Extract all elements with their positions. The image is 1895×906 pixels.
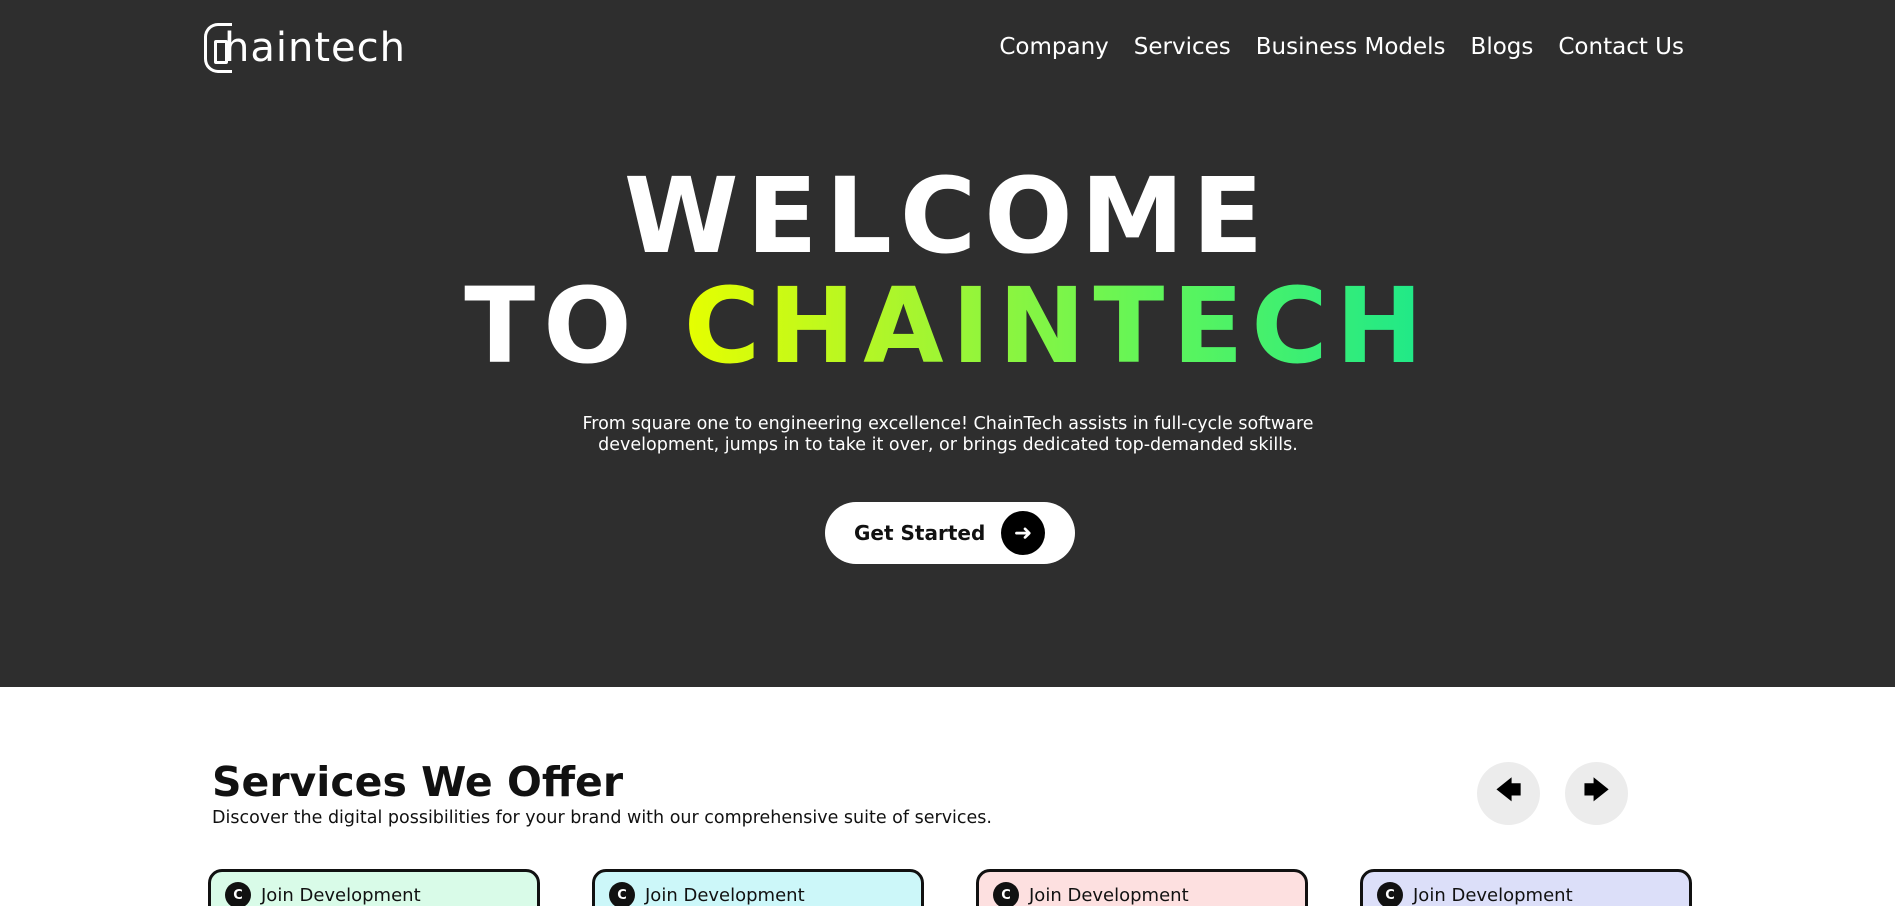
hero-title-line1: WELCOME (623, 155, 1272, 277)
service-card-label: Join Development (645, 884, 805, 906)
nav-item-company[interactable]: Company (999, 34, 1108, 60)
logo-mark-icon (204, 23, 232, 73)
chaintech-icon: C (993, 882, 1019, 906)
nav-item-services[interactable]: Services (1134, 34, 1231, 60)
hero-section: haintech Company Services Business Model… (0, 0, 1895, 687)
service-card-label: Join Development (1413, 884, 1573, 906)
service-card-label: Join Development (1029, 884, 1189, 906)
service-cards: C Join Development C Join Development C … (208, 869, 1692, 906)
arrow-left-icon: 🡄 (1495, 775, 1522, 806)
chaintech-icon: C (1377, 882, 1403, 906)
service-card[interactable]: C Join Development (1360, 869, 1692, 906)
carousel-prev-button[interactable]: 🡄 (1477, 762, 1540, 825)
arrow-right-icon: ➜ (1001, 511, 1045, 555)
chaintech-logo[interactable]: haintech (204, 22, 406, 74)
carousel-next-button[interactable]: 🡆 (1565, 762, 1628, 825)
service-card-label: Join Development (261, 884, 421, 906)
nav-item-business-models[interactable]: Business Models (1256, 34, 1446, 60)
get-started-label: Get Started (854, 521, 986, 545)
nav-item-contact-us[interactable]: Contact Us (1558, 34, 1684, 60)
hero-title-line2: TO CHAINTECH (0, 268, 1895, 384)
main-nav: Company Services Business Models Blogs C… (999, 34, 1684, 60)
chaintech-icon: C (609, 882, 635, 906)
nav-item-blogs[interactable]: Blogs (1471, 34, 1534, 60)
chaintech-icon: C (225, 882, 251, 906)
hero-title-brand: CHAINTECH (683, 265, 1431, 387)
services-subtitle: Discover the digital possibilities for y… (212, 808, 992, 828)
service-card[interactable]: C Join Development (208, 869, 540, 906)
service-card[interactable]: C Join Development (592, 869, 924, 906)
services-title: Services We Offer (212, 758, 624, 806)
get-started-button[interactable]: Get Started ➜ (825, 502, 1075, 564)
hero-title-prefix: TO (464, 265, 684, 387)
hero-subtitle: From square one to engineering excellenc… (582, 414, 1314, 455)
logo-text: haintech (224, 25, 406, 71)
arrow-right-icon: 🡆 (1583, 775, 1610, 806)
service-card[interactable]: C Join Development (976, 869, 1308, 906)
